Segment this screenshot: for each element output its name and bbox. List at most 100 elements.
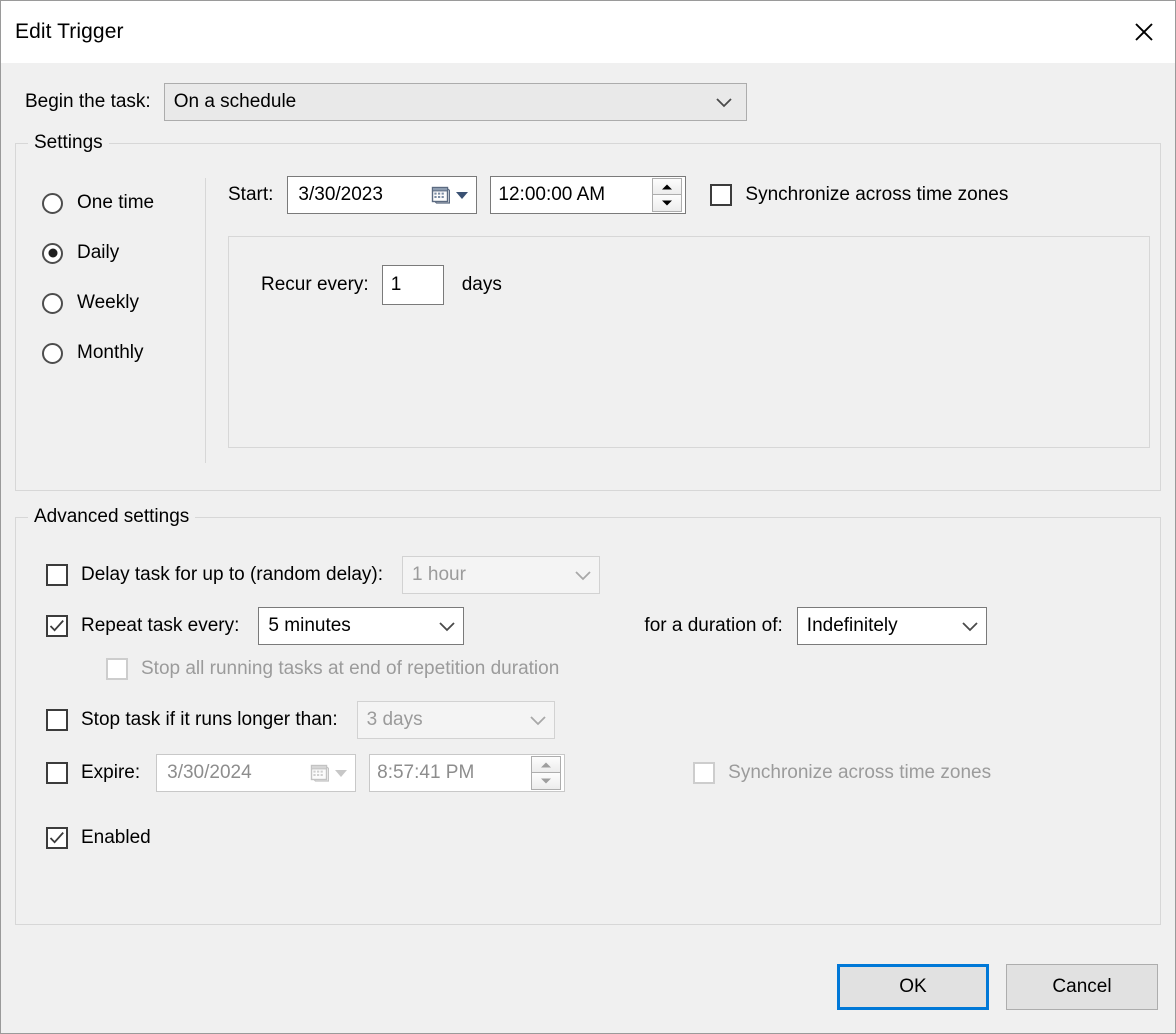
checkmark-icon: [49, 619, 64, 632]
calendar-icon: [310, 763, 330, 783]
chevron-down-icon: [714, 92, 734, 112]
chevron-down-icon: [528, 710, 548, 730]
radio-monthly[interactable]: Monthly: [42, 328, 205, 378]
repeat-task-checkbox-row[interactable]: Repeat task every:: [46, 615, 239, 637]
enabled-checkbox-row[interactable]: Enabled: [46, 827, 151, 849]
recur-panel: Recur every: 1 days: [228, 236, 1150, 448]
delay-task-combo[interactable]: 1 hour: [402, 556, 601, 594]
calendar-icon: [431, 185, 451, 205]
settings-right-pane: Start: 3/30/2023 12:00:00 AM Synchronize…: [206, 172, 1160, 490]
begin-task-label: Begin the task:: [25, 91, 151, 112]
dialog-body: Begin the task: On a schedule Settings O…: [1, 63, 1175, 941]
radio-monthly-label: Monthly: [77, 342, 144, 363]
expire-sync-time-zones-checkbox[interactable]: [693, 762, 716, 784]
repeat-interval-value: 5 minutes: [268, 615, 351, 636]
start-time-spinner[interactable]: [652, 178, 683, 212]
expire-date-value: 3/30/2024: [167, 762, 252, 783]
sync-time-zones-label: Synchronize across time zones: [745, 184, 1009, 205]
delay-task-value: 1 hour: [412, 564, 466, 585]
recur-unit-label: days: [461, 274, 502, 295]
settings-group: Settings One time Daily Weekly Monthly S…: [15, 131, 1161, 491]
radio-one-time-label: One time: [77, 192, 155, 213]
expire-sync-time-zones-checkbox-row[interactable]: Synchronize across time zones: [693, 762, 991, 784]
start-row: Start: 3/30/2023 12:00:00 AM Synchronize…: [228, 176, 1160, 214]
radio-daily-label: Daily: [77, 242, 120, 263]
recur-days-value: 1: [390, 274, 402, 295]
expire-time-value: 8:57:41 PM: [377, 762, 475, 783]
recur-label: Recur every:: [261, 274, 369, 295]
stop-all-running-row: Stop all running tasks at end of repetit…: [106, 658, 1160, 680]
chevron-down-icon: [437, 616, 457, 636]
radio-daily-indicator: [42, 242, 63, 264]
radio-weekly[interactable]: Weekly: [42, 278, 205, 328]
expire-checkbox-row[interactable]: Expire:: [46, 762, 140, 784]
sync-time-zones-checkbox-row[interactable]: Synchronize across time zones: [710, 184, 1008, 206]
recur-days-input[interactable]: 1: [381, 265, 444, 305]
enabled-checkbox[interactable]: [46, 827, 68, 849]
advanced-settings-group: Advanced settings Delay task for up to (…: [15, 505, 1161, 925]
radio-daily[interactable]: Daily: [42, 228, 205, 278]
repeat-interval-combo[interactable]: 5 minutes: [258, 607, 465, 645]
recur-row: Recur every: 1 days: [261, 265, 1149, 305]
delay-task-row: Delay task for up to (random delay): 1 h…: [46, 556, 1160, 594]
spinner-up-icon[interactable]: [652, 178, 683, 195]
delay-task-label: Delay task for up to (random delay):: [81, 564, 384, 585]
stop-task-longer-label: Stop task if it runs longer than:: [81, 709, 338, 730]
duration-combo[interactable]: Indefinitely: [796, 607, 987, 645]
begin-task-row: Begin the task: On a schedule: [25, 83, 1161, 121]
enabled-row: Enabled: [46, 827, 1160, 849]
expire-date-input[interactable]: 3/30/2024: [156, 754, 357, 792]
ok-button[interactable]: OK: [837, 964, 989, 1010]
chevron-down-icon: [960, 616, 980, 636]
duration-value: Indefinitely: [806, 615, 898, 636]
settings-legend: Settings: [28, 131, 109, 155]
stop-all-running-checkbox-row[interactable]: Stop all running tasks at end of repetit…: [106, 658, 559, 680]
cancel-button[interactable]: Cancel: [1006, 964, 1158, 1010]
edit-trigger-dialog: Edit Trigger Begin the task: On a schedu…: [0, 0, 1176, 1034]
repeat-task-checkbox[interactable]: [46, 615, 68, 637]
enabled-label: Enabled: [81, 827, 151, 848]
window-title: Edit Trigger: [15, 20, 124, 43]
radio-weekly-label: Weekly: [77, 292, 139, 313]
expire-time-spinner[interactable]: [531, 756, 562, 790]
radio-one-time[interactable]: One time: [42, 178, 205, 228]
stop-all-running-checkbox[interactable]: [106, 658, 128, 680]
expire-row: Expire: 3/30/2024 8:57:41 PM Synchronize…: [46, 754, 1160, 792]
radio-weekly-indicator: [42, 292, 63, 314]
radio-one-time-indicator: [42, 192, 63, 214]
start-time-value: 12:00:00 AM: [498, 184, 606, 205]
duration-label: for a duration of:: [644, 615, 783, 636]
dropdown-triangle-icon[interactable]: [333, 765, 349, 781]
repeat-task-row: Repeat task every: 5 minutes for a durat…: [46, 607, 1160, 645]
dropdown-triangle-icon[interactable]: [454, 187, 470, 203]
start-date-value: 3/30/2023: [298, 184, 383, 205]
close-icon[interactable]: [1113, 1, 1175, 63]
start-date-input[interactable]: 3/30/2023: [287, 176, 478, 214]
stop-task-longer-row: Stop task if it runs longer than: 3 days: [46, 701, 1160, 739]
title-bar: Edit Trigger: [1, 1, 1175, 63]
schedule-radio-group: One time Daily Weekly Monthly: [16, 178, 206, 463]
delay-task-checkbox[interactable]: [46, 564, 68, 586]
advanced-settings-legend: Advanced settings: [28, 505, 196, 529]
stop-all-running-label: Stop all running tasks at end of repetit…: [141, 658, 560, 679]
begin-task-combo[interactable]: On a schedule: [163, 83, 747, 121]
expire-label: Expire:: [81, 762, 141, 783]
expire-time-input[interactable]: 8:57:41 PM: [369, 754, 566, 792]
begin-task-value: On a schedule: [173, 91, 297, 112]
spinner-up-icon[interactable]: [531, 756, 562, 773]
stop-task-longer-checkbox[interactable]: [46, 709, 68, 731]
expire-checkbox[interactable]: [46, 762, 68, 784]
stop-task-longer-checkbox-row[interactable]: Stop task if it runs longer than:: [46, 709, 338, 731]
sync-time-zones-checkbox[interactable]: [710, 184, 733, 206]
dialog-footer: OK Cancel: [1, 941, 1175, 1033]
start-label: Start:: [228, 184, 274, 205]
checkmark-icon: [49, 831, 64, 844]
start-time-input[interactable]: 12:00:00 AM: [490, 176, 687, 214]
spinner-down-icon[interactable]: [531, 773, 562, 790]
expire-sync-time-zones-label: Synchronize across time zones: [728, 762, 992, 783]
stop-task-longer-value: 3 days: [366, 709, 423, 730]
chevron-down-icon: [573, 565, 593, 585]
delay-task-checkbox-row[interactable]: Delay task for up to (random delay):: [46, 564, 383, 586]
stop-task-longer-combo[interactable]: 3 days: [356, 701, 555, 739]
spinner-down-icon[interactable]: [652, 195, 683, 212]
